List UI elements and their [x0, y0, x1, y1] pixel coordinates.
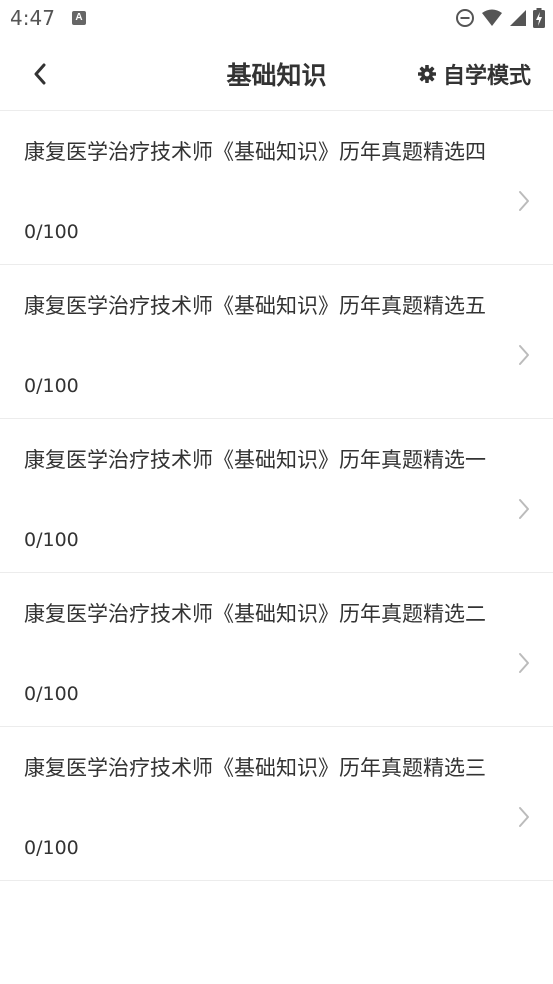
status-time: 4:47	[10, 6, 55, 30]
gear-icon	[417, 65, 436, 83]
cell-signal-icon	[510, 10, 526, 26]
item-title: 康复医学治疗技术师《基础知识》历年真题精选三	[24, 756, 486, 780]
chevron-right-icon	[519, 191, 529, 211]
item-progress: 0/100	[24, 683, 79, 705]
list-item[interactable]: 康复医学治疗技术师《基础知识》历年真题精选四 0/100	[0, 111, 553, 265]
exam-list: 康复医学治疗技术师《基础知识》历年真题精选四 0/100 康复医学治疗技术师《基…	[0, 111, 553, 881]
list-item[interactable]: 康复医学治疗技术师《基础知识》历年真题精选一 0/100	[0, 419, 553, 573]
list-item[interactable]: 康复医学治疗技术师《基础知识》历年真题精选三 0/100	[0, 727, 553, 881]
do-not-disturb-icon	[456, 9, 474, 27]
item-title: 康复医学治疗技术师《基础知识》历年真题精选五	[24, 294, 486, 318]
status-icons	[455, 7, 545, 29]
item-title: 康复医学治疗技术师《基础知识》历年真题精选四	[24, 140, 486, 164]
item-progress: 0/100	[24, 221, 79, 243]
chevron-right-icon	[519, 499, 529, 519]
chevron-right-icon	[519, 807, 529, 827]
list-item[interactable]: 康复医学治疗技术师《基础知识》历年真题精选二 0/100	[0, 573, 553, 727]
item-progress: 0/100	[24, 529, 79, 551]
chevron-right-icon	[519, 345, 529, 365]
item-progress: 0/100	[24, 375, 79, 397]
self-study-mode-label: 自学模式	[442, 64, 531, 89]
wifi-icon	[482, 9, 502, 26]
item-title: 康复医学治疗技术师《基础知识》历年真题精选一	[24, 448, 486, 472]
battery-charging-icon	[533, 8, 545, 28]
chevron-left-icon	[34, 63, 46, 85]
back-button[interactable]	[22, 56, 58, 92]
notification-icon: A	[72, 11, 86, 25]
item-title: 康复医学治疗技术师《基础知识》历年真题精选二	[24, 602, 486, 626]
chevron-right-icon	[519, 653, 529, 673]
self-study-mode-button[interactable]: 自学模式	[417, 58, 531, 90]
status-bar: 4:47 A	[0, 0, 553, 36]
list-item[interactable]: 康复医学治疗技术师《基础知识》历年真题精选五 0/100	[0, 265, 553, 419]
item-progress: 0/100	[24, 837, 79, 859]
app-header: 基础知识 自学模式	[0, 36, 553, 111]
